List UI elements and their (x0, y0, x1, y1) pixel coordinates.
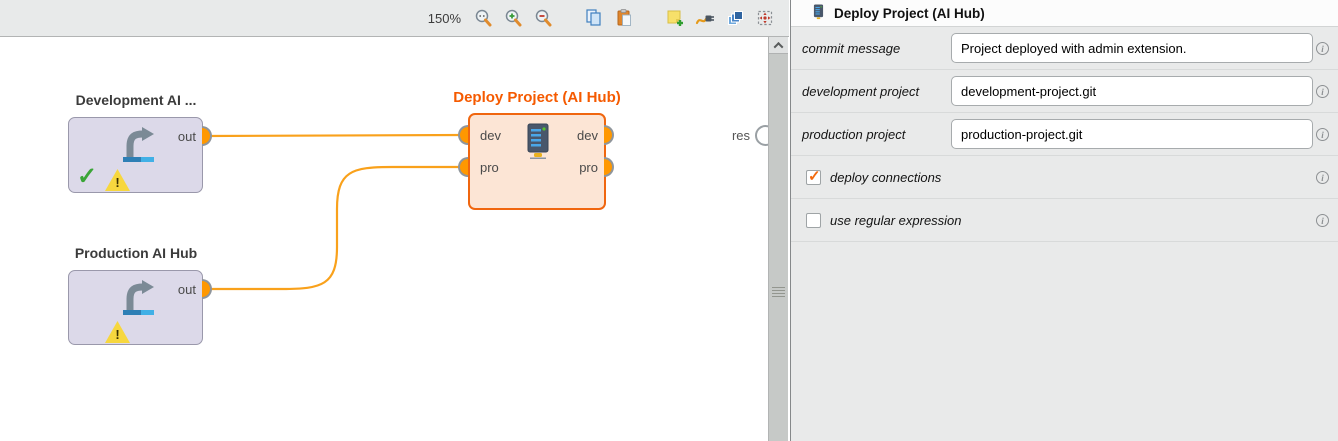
zoom-level-indicator: 150% (428, 11, 461, 26)
production-node-title: Production AI Hub (16, 245, 256, 261)
retract-arrow-icon (117, 124, 163, 173)
production-project-input[interactable] (951, 119, 1313, 149)
info-icon[interactable]: i (1316, 128, 1329, 141)
zoom-in-icon[interactable] (502, 8, 523, 29)
info-icon[interactable]: i (1316, 85, 1329, 98)
deploy-out-pro-label: pro (565, 160, 598, 175)
success-check-icon: ✓ (77, 166, 97, 188)
retract-arrow-icon (117, 277, 163, 326)
param-row-development-project: development project i (791, 70, 1338, 113)
scroll-up-button[interactable] (769, 37, 788, 54)
production-out-port-label: out (166, 282, 196, 297)
info-icon[interactable]: i (1316, 42, 1329, 55)
param-row-deploy-connections: ✓ deploy connections i (791, 156, 1338, 199)
server-icon (812, 4, 825, 22)
process-canvas[interactable]: Development AI ... ✓ ! out Production AI… (0, 37, 789, 441)
copy-icon[interactable] (583, 8, 604, 29)
process-editor-window: 150% (0, 0, 1338, 441)
param-label: deploy connections (830, 170, 941, 185)
use-regular-expression-checkbox[interactable] (806, 213, 821, 228)
arrange-icon[interactable] (724, 8, 745, 29)
chevron-up-icon (774, 41, 784, 51)
zoom-out-icon[interactable] (532, 8, 553, 29)
splitter-grip-icon[interactable] (772, 287, 785, 299)
development-out-port-label: out (166, 129, 196, 144)
wire-pro-to-deploy (209, 167, 464, 289)
param-label: development project (802, 84, 919, 99)
param-label: commit message (802, 41, 900, 56)
deploy-in-dev-label: dev (480, 128, 501, 143)
server-icon (523, 123, 553, 168)
development-project-input[interactable] (951, 76, 1313, 106)
parameters-header: Deploy Project (AI Hub) (791, 0, 1338, 27)
add-note-icon[interactable] (664, 8, 685, 29)
zoom-reset-icon[interactable] (472, 8, 493, 29)
result-port-label: res (718, 128, 750, 143)
auto-fit-icon[interactable] (754, 8, 775, 29)
canvas-vertical-scrollbar[interactable] (768, 37, 788, 441)
param-label: use regular expression (830, 213, 962, 228)
checkmark-icon: ✓ (808, 167, 821, 185)
wire-dev-to-deploy (206, 135, 464, 136)
commit-message-input[interactable] (951, 33, 1313, 63)
param-row-production-project: production project i (791, 113, 1338, 156)
param-row-use-regular-expression: use regular expression i (791, 199, 1338, 242)
deploy-node-title: Deploy Project (AI Hub) (427, 89, 647, 106)
canvas-toolbar: 150% (0, 0, 789, 37)
paste-icon[interactable] (613, 8, 634, 29)
deploy-connections-checkbox[interactable]: ✓ (806, 170, 821, 185)
deploy-in-pro-label: pro (480, 160, 499, 175)
parameters-title: Deploy Project (AI Hub) (834, 6, 985, 21)
info-icon[interactable]: i (1316, 214, 1329, 227)
info-icon[interactable]: i (1316, 171, 1329, 184)
param-label: production project (802, 127, 905, 142)
parameters-panel: Deploy Project (AI Hub) commit message i… (790, 0, 1338, 441)
auto-wire-icon[interactable] (694, 8, 715, 29)
deploy-out-dev-label: dev (565, 128, 598, 143)
param-row-commit-message: commit message i (791, 27, 1338, 70)
development-node-title: Development AI ... (16, 92, 256, 108)
